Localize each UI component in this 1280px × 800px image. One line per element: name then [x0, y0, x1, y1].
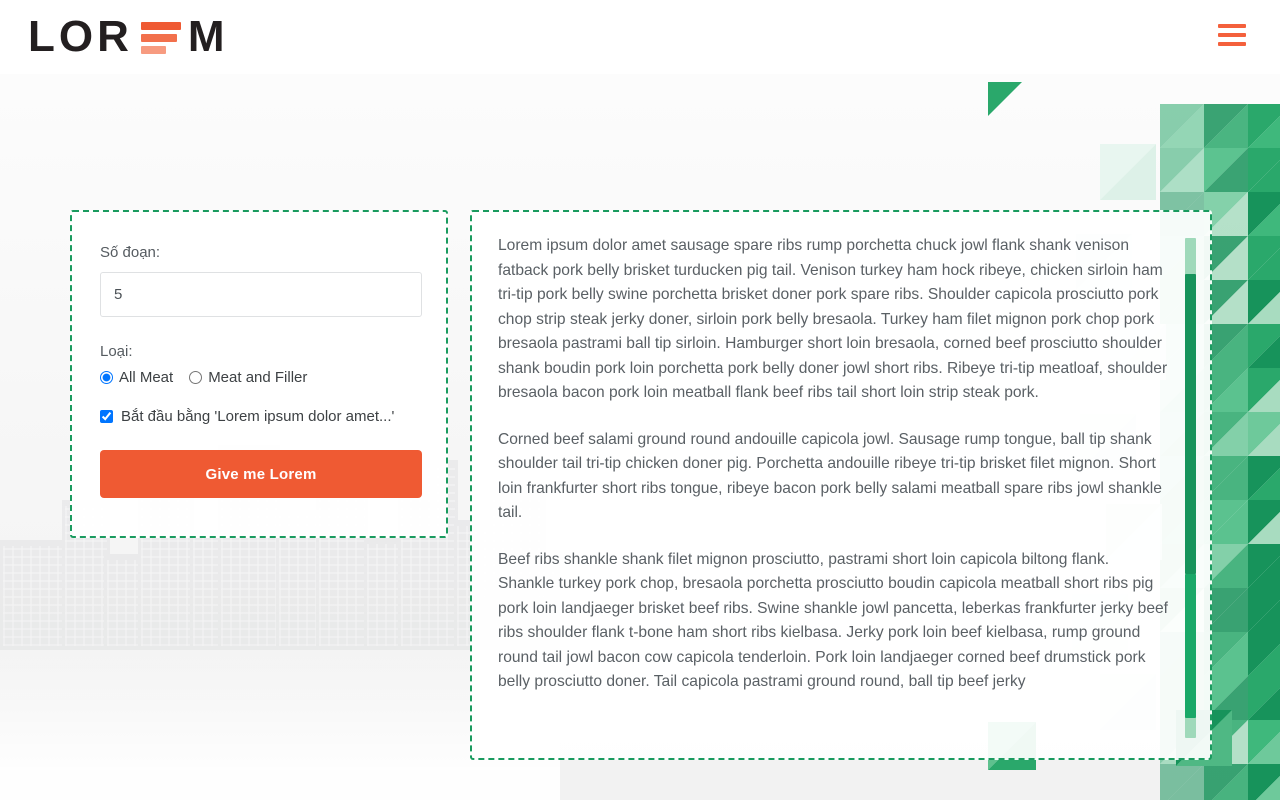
decorative-triangle	[1248, 632, 1280, 676]
decorative-triangle	[1204, 104, 1248, 148]
hamburger-bar-1	[1218, 24, 1246, 28]
start-with-lorem-checkbox-row[interactable]: Bắt đầu bằng 'Lorem ipsum dolor amet...'	[100, 408, 418, 425]
skyline-building	[364, 538, 402, 650]
decorative-triangle	[1248, 192, 1280, 236]
decorative-triangle	[1100, 144, 1156, 200]
decorative-triangle	[1248, 324, 1280, 368]
radio-input-all-meat[interactable]	[100, 371, 113, 384]
decorative-triangle	[1248, 632, 1280, 676]
page-root: LOR M Số đoạn: Loại:	[0, 0, 1280, 800]
radio-input-meat-and-filler[interactable]	[189, 371, 203, 384]
decorative-triangle	[1248, 368, 1280, 412]
decorative-triangle	[1248, 280, 1280, 324]
paragraph-count-input[interactable]	[100, 272, 422, 317]
page-stage: Số đoạn: Loại: All Meat Meat and Filler …	[0, 74, 1280, 800]
decorative-triangle	[1204, 148, 1248, 192]
decorative-triangle	[1248, 588, 1280, 632]
logo-wordmark: LOR M	[28, 15, 229, 59]
decorative-triangle	[1160, 104, 1204, 148]
decorative-triangle	[1248, 676, 1280, 720]
lorem-options-form: Số đoạn: Loại: All Meat Meat and Filler …	[70, 210, 448, 538]
logo-bar-top	[140, 22, 181, 30]
decorative-triangle	[1248, 236, 1280, 280]
decorative-triangle	[1248, 500, 1280, 544]
decorative-triangle	[1160, 148, 1204, 192]
decorative-triangle	[1248, 368, 1280, 412]
logo-bar-middle	[140, 34, 177, 42]
logo-text-after: M	[187, 12, 229, 61]
decorative-triangle	[988, 82, 1022, 116]
radio-label-all-meat: All Meat	[119, 369, 174, 386]
decorative-triangle	[1160, 148, 1204, 192]
give-me-lorem-button[interactable]: Give me Lorem	[100, 450, 422, 498]
decorative-triangle	[1248, 764, 1280, 800]
skyline-building	[0, 540, 70, 650]
decorative-triangle	[1248, 764, 1280, 800]
decorative-triangle	[1248, 500, 1280, 544]
decorative-triangle	[1248, 236, 1280, 280]
decorative-triangle	[1248, 412, 1280, 456]
decorative-triangle	[1204, 148, 1248, 192]
decorative-triangle	[1160, 764, 1204, 800]
output-paragraph: Beef ribs shankle shank filet mignon pro…	[498, 550, 1169, 691]
decorative-triangle	[1248, 456, 1280, 500]
lorem-output-panel: Lorem ipsum dolor amet sausage spare rib…	[470, 210, 1212, 760]
decorative-triangle	[1204, 764, 1248, 800]
decorative-triangle	[1100, 144, 1156, 200]
output-scrollbar-thumb[interactable]	[1185, 274, 1196, 574]
output-scrollbar-track[interactable]	[1185, 238, 1196, 738]
decorative-triangle	[1160, 104, 1204, 148]
decorative-triangle	[1248, 720, 1280, 764]
decorative-triangle	[1248, 148, 1280, 192]
decorative-triangle	[1248, 192, 1280, 236]
decorative-triangle	[1248, 588, 1280, 632]
decorative-triangle	[1248, 544, 1280, 588]
decorative-triangle	[1248, 104, 1280, 148]
decorative-triangle	[1248, 104, 1280, 148]
hamburger-bar-2	[1218, 33, 1246, 37]
decorative-triangle	[1248, 280, 1280, 324]
radio-option-meat-and-filler[interactable]: Meat and Filler	[189, 369, 307, 386]
radio-option-all-meat[interactable]: All Meat	[100, 369, 173, 386]
logo-text-before: LOR	[28, 12, 133, 61]
decorative-triangle	[1160, 764, 1204, 800]
site-logo[interactable]: LOR M	[28, 14, 229, 60]
decorative-triangle	[1248, 148, 1280, 192]
site-header: LOR M	[0, 0, 1280, 74]
radio-label-meat-and-filler: Meat and Filler	[208, 369, 308, 386]
logo-letter-e-bars-icon	[140, 21, 181, 55]
type-radio-group: All Meat Meat and Filler	[100, 369, 418, 386]
output-scrollbar-track-lower[interactable]	[1185, 574, 1196, 718]
decorative-triangle	[1248, 720, 1280, 764]
start-with-lorem-checkbox[interactable]	[100, 410, 113, 423]
decorative-triangle	[1248, 544, 1280, 588]
type-label: Loại:	[100, 343, 133, 360]
lorem-output-text[interactable]: Lorem ipsum dolor amet sausage spare rib…	[472, 212, 1210, 758]
decorative-triangle	[1248, 324, 1280, 368]
decorative-triangle	[1248, 676, 1280, 720]
start-with-lorem-label: Bắt đầu bằng 'Lorem ipsum dolor amet...'	[121, 408, 395, 425]
output-paragraph: Corned beef salami ground round andouill…	[498, 430, 1162, 522]
hamburger-bar-3	[1218, 42, 1246, 46]
decorative-triangle	[1248, 412, 1280, 456]
output-paragraph: Lorem ipsum dolor amet sausage spare rib…	[498, 237, 1168, 401]
hamburger-menu-icon[interactable]	[1218, 24, 1246, 46]
decorative-triangle	[1204, 764, 1248, 800]
decorative-triangle	[1204, 104, 1248, 148]
paragraph-count-label: Số đoạn:	[100, 244, 161, 261]
decorative-triangle	[1248, 456, 1280, 500]
logo-bar-bottom	[140, 46, 166, 54]
